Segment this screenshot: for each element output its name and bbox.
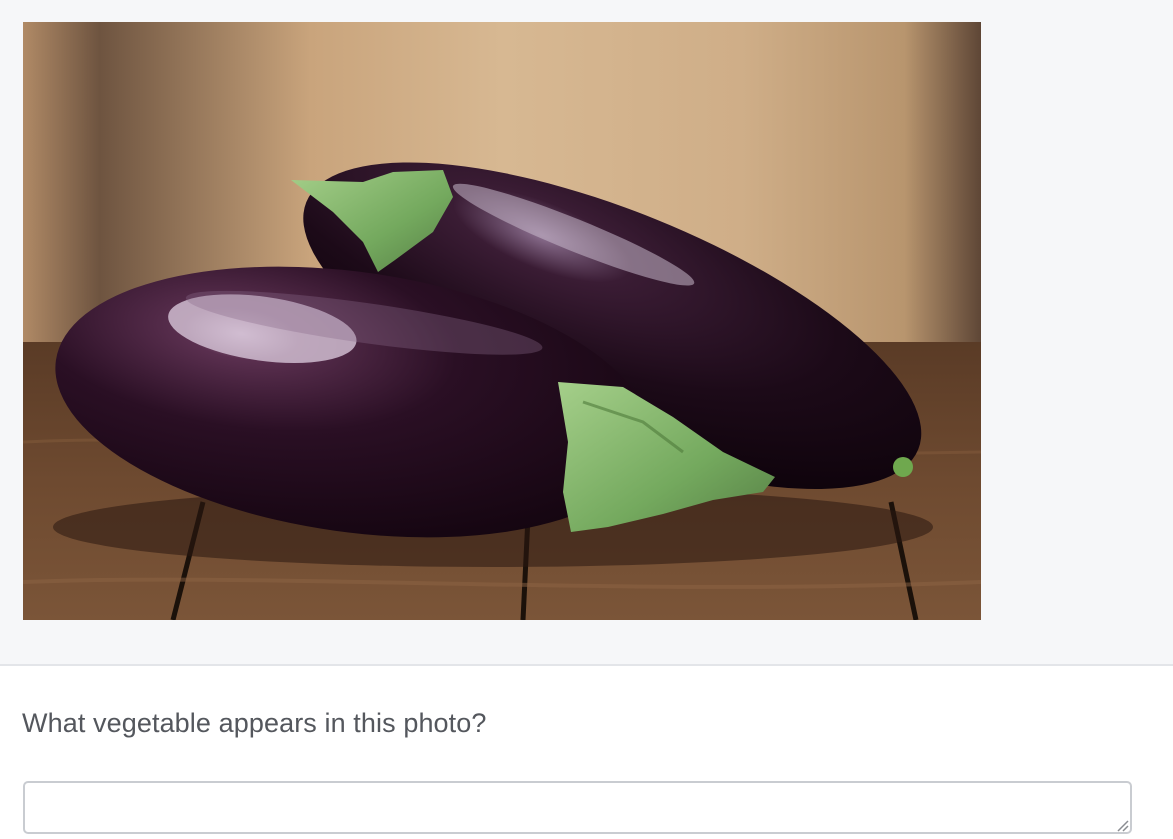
- question-prompt: What vegetable appears in this photo?: [22, 708, 487, 738]
- resize-handle-icon[interactable]: [1115, 818, 1129, 832]
- question-media-area: [0, 0, 1173, 666]
- answer-text-field[interactable]: [23, 781, 1132, 834]
- eggplant-photo: [23, 22, 981, 620]
